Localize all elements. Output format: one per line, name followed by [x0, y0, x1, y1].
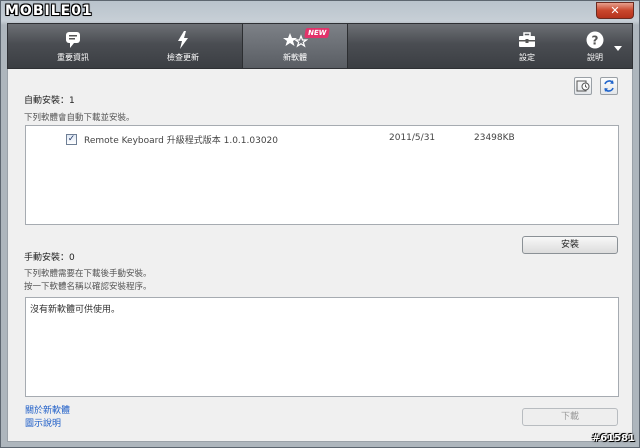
download-button[interactable]: 下載 — [522, 408, 618, 426]
refresh-button[interactable] — [600, 77, 618, 95]
speech-bubble-icon — [66, 32, 80, 48]
auto-install-list: ✓ Remote Keyboard 升級程式版本 1.0.1.03020 201… — [25, 125, 619, 225]
icon-legend-link[interactable]: 圖示說明 — [25, 416, 61, 429]
item-checkbox[interactable]: ✓ — [66, 134, 77, 145]
software-date: 2011/5/31 — [389, 133, 436, 143]
tab-label: 檢查更新 — [167, 53, 199, 62]
title-bar: MOBILE01 ✕ — [1, 1, 639, 23]
manual-install-list: 沒有新軟體可供使用。 — [25, 297, 619, 397]
toolbar: 重要資訊 檢查更新 新軟體 NEW 設定 ? 說明 — [7, 23, 633, 69]
tab-new-software[interactable]: 新軟體 NEW — [242, 24, 348, 68]
mobile01-logo: MOBILE01 — [5, 3, 93, 19]
tab-settings[interactable]: 設定 — [502, 24, 552, 68]
install-button[interactable]: 安裝 — [522, 236, 618, 254]
list-item[interactable]: ✓ Remote Keyboard 升級程式版本 1.0.1.03020 201… — [66, 133, 606, 147]
tab-label: 說明 — [587, 53, 603, 62]
software-name: Remote Keyboard 升級程式版本 1.0.1.03020 — [84, 136, 279, 146]
app-window: MOBILE01 ✕ 重要資訊 檢查更新 新軟體 NEW 設定 ? 說明 自動安… — [0, 0, 640, 448]
watermark: #61581 — [591, 433, 635, 444]
tab-check-updates[interactable]: 檢查更新 — [148, 24, 218, 68]
history-button[interactable] — [574, 77, 592, 95]
manual-install-description-1: 下列軟體需要在下載後手動安裝。 — [24, 269, 152, 279]
lightning-icon — [178, 31, 188, 49]
auto-install-description: 下列軟體會自動下載並安裝。 — [24, 113, 135, 123]
manual-install-title: 手動安裝：0 — [24, 253, 75, 263]
close-button[interactable]: ✕ — [596, 2, 634, 19]
toolbox-icon — [519, 32, 535, 47]
svg-text:?: ? — [592, 34, 599, 48]
tab-important-info[interactable]: 重要資訊 — [38, 24, 108, 68]
tab-label: 重要資訊 — [57, 53, 89, 62]
new-badge: NEW — [304, 28, 331, 38]
main-content: 自動安裝：1 下列軟體會自動下載並安裝。 ✓ Remote Keyboard 升… — [7, 69, 633, 442]
help-icon: ? — [586, 31, 604, 49]
chevron-down-icon[interactable] — [614, 46, 622, 51]
software-size: 23498KB — [474, 133, 515, 143]
empty-message: 沒有新軟體可供使用。 — [30, 305, 121, 315]
tab-label: 設定 — [519, 53, 535, 62]
tab-help[interactable]: ? 說明 — [570, 24, 620, 68]
auto-install-title: 自動安裝：1 — [24, 96, 75, 106]
tab-label: 新軟體 — [283, 53, 307, 62]
history-clock-icon — [576, 80, 590, 92]
about-new-software-link[interactable]: 關於新軟體 — [25, 403, 70, 416]
manual-install-description-2: 按一下軟體名稱以確認安裝程序。 — [24, 282, 152, 292]
refresh-arrows-icon — [604, 80, 614, 92]
